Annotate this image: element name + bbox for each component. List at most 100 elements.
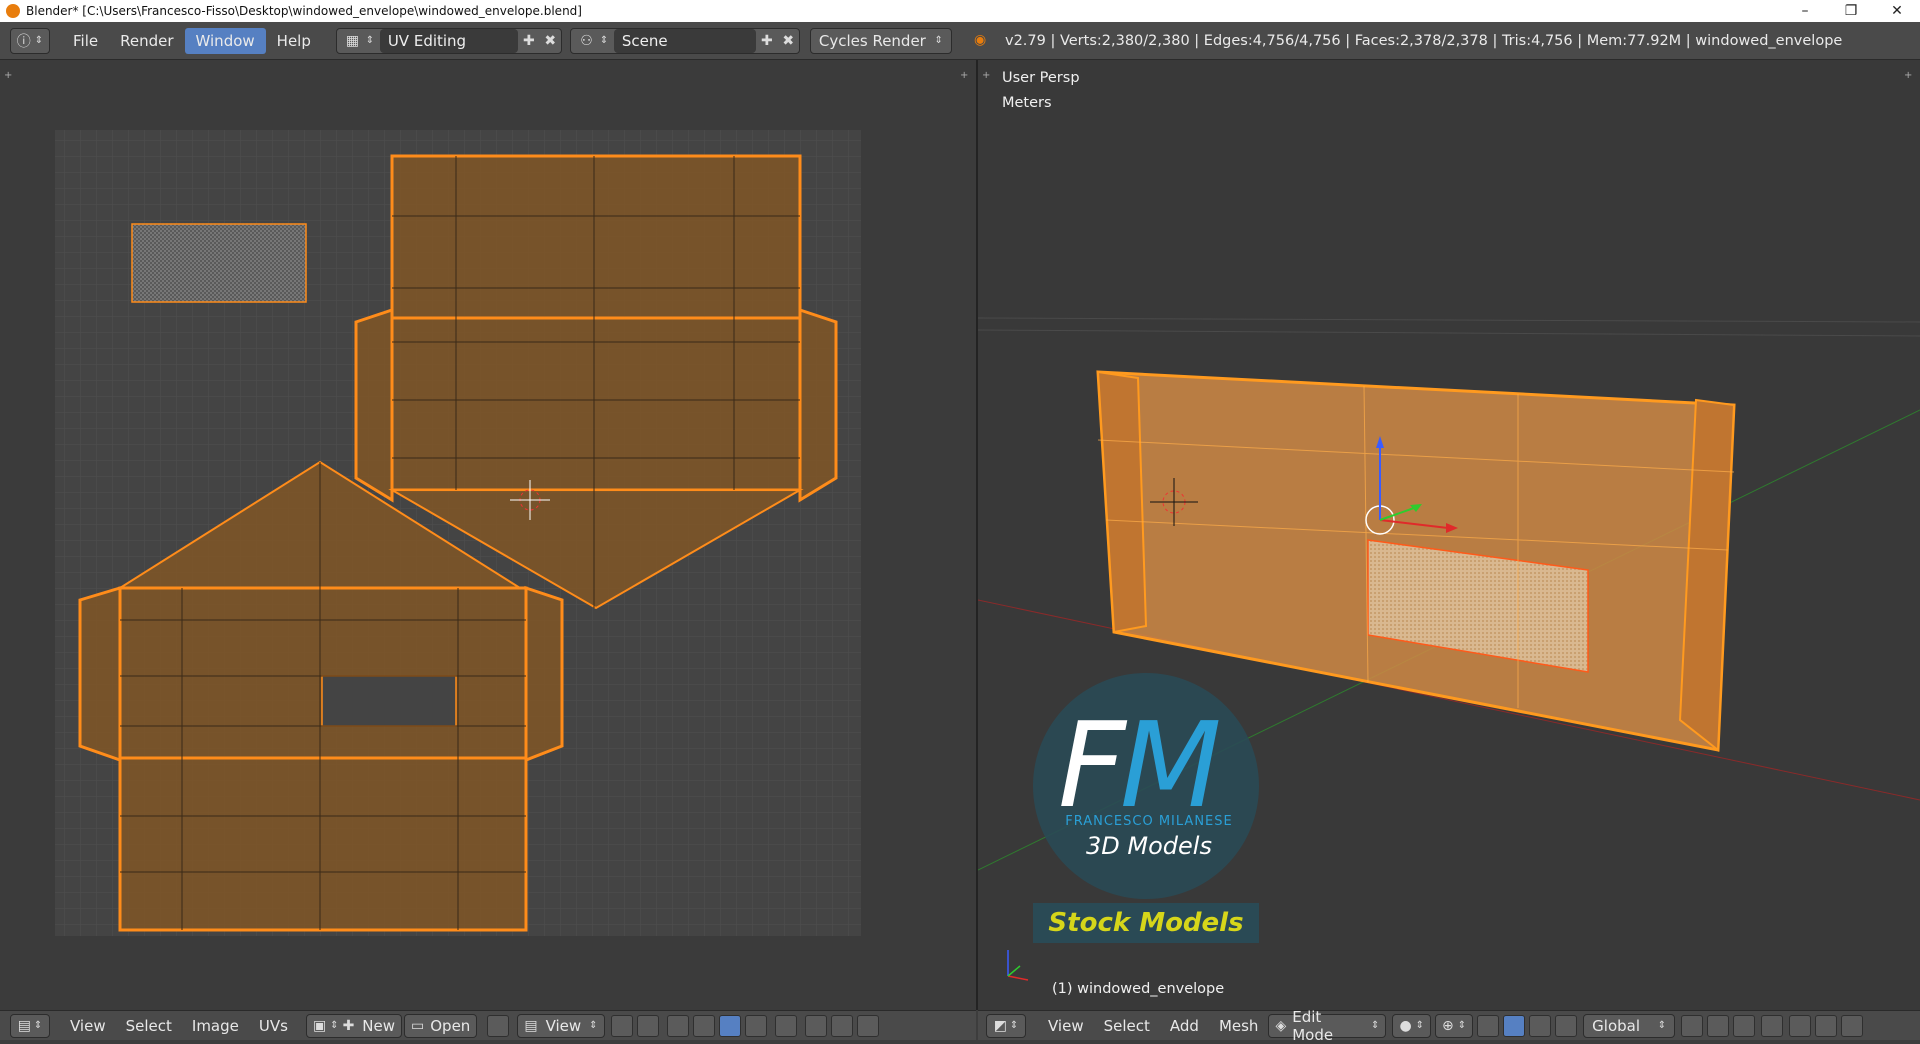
- edge-select-icon[interactable]: [692, 1014, 715, 1037]
- floor-grid: [978, 317, 1920, 337]
- image-view-mode-selector[interactable]: ▤ View ⇕: [517, 1013, 605, 1038]
- screen-layout-name[interactable]: UV Editing: [379, 28, 519, 53]
- add-icon: ✚: [342, 1017, 355, 1034]
- updown-arrows-icon: ⇕: [1009, 1020, 1019, 1031]
- image-view-mode-label: View: [545, 1016, 582, 1035]
- image-browse-button[interactable]: ▣ ⇕ ✚ New: [305, 1013, 403, 1038]
- scene-name[interactable]: Scene: [613, 28, 757, 53]
- editor-type-3d-button[interactable]: ◩ ⇕: [986, 1013, 1026, 1038]
- edge-select-mode-icon[interactable]: [1707, 1014, 1730, 1037]
- active-object-label: (1) windowed_envelope: [1052, 981, 1225, 997]
- vertex-select-mode-icon[interactable]: [1681, 1014, 1704, 1037]
- remove-icon[interactable]: ✖: [778, 33, 799, 49]
- sync-selection-icon[interactable]: [636, 1014, 659, 1037]
- menu-render[interactable]: Render: [109, 28, 184, 54]
- scene-selector[interactable]: ⚇ ⇕ Scene ✚ ✖: [569, 27, 800, 54]
- window-controls: – ❐ ✕: [1782, 0, 1920, 22]
- orientation-label: Global: [1592, 1016, 1641, 1035]
- menu-file[interactable]: File: [62, 28, 109, 54]
- folder-icon: ▭: [411, 1017, 425, 1034]
- pin-icon[interactable]: [487, 1014, 510, 1037]
- updown-arrows-icon: ⇕: [330, 1020, 339, 1031]
- updown-arrows-icon: ⇕: [1457, 1020, 1467, 1031]
- scene-icon: ⚇: [580, 32, 593, 49]
- island-select-icon[interactable]: [744, 1014, 767, 1037]
- image-browse-icon: ▣: [312, 1017, 327, 1034]
- face-select-mode-icon[interactable]: [1733, 1014, 1756, 1037]
- info-header: ⓘ ⇕ File Render Window Help ▦ ⇕ UV Editin…: [0, 22, 1920, 60]
- remove-icon[interactable]: ✖: [540, 33, 561, 49]
- layout-grid-icon: ▦: [345, 32, 360, 49]
- solid-shading-icon: ●: [1399, 1017, 1412, 1034]
- 3d-menu-select[interactable]: Select: [1094, 1011, 1160, 1041]
- add-icon[interactable]: ✚: [518, 33, 539, 49]
- open-image-label: Open: [430, 1016, 471, 1035]
- close-button[interactable]: ✕: [1874, 0, 1920, 22]
- face-select-icon[interactable]: [718, 1014, 741, 1037]
- updown-arrows-icon: ⇕: [589, 1020, 598, 1031]
- updown-arrows-icon: ⇕: [34, 35, 44, 46]
- uv-menu-select[interactable]: Select: [116, 1011, 182, 1041]
- watermark-3d-models: 3D Models: [1086, 832, 1212, 860]
- mode-selector[interactable]: ◈ Edit Mode ⇕: [1268, 1008, 1387, 1044]
- proportional-edit-icon[interactable]: [1789, 1014, 1812, 1037]
- info-icon: ⓘ: [16, 33, 31, 50]
- watermark-fm-letters: FM: [1058, 696, 1222, 834]
- shading-selector[interactable]: ● ⇕: [1392, 1013, 1432, 1038]
- translate-manipulator-icon[interactable]: [1503, 1014, 1526, 1037]
- 3d-view-icon: ◩: [993, 1017, 1007, 1034]
- screen-layout-selector[interactable]: ▦ ⇕ UV Editing ✚ ✖: [335, 27, 562, 54]
- axis-gizmo: [1007, 950, 1029, 981]
- snap-icon[interactable]: [1815, 1014, 1838, 1037]
- open-image-button[interactable]: ▭ Open: [404, 1013, 478, 1038]
- scale-manipulator-icon[interactable]: [1555, 1014, 1578, 1037]
- pivot-icon: ⊕: [1442, 1017, 1454, 1034]
- 3d-view-header: ◩ ⇕ View Select Add Mesh ◈ Edit Mode ⇕ ● ⇕…: [978, 1008, 1920, 1044]
- snap-icon[interactable]: [830, 1014, 853, 1037]
- render-engine-selector[interactable]: Cycles Render ⇕: [809, 27, 952, 54]
- snap-target-icon[interactable]: [856, 1014, 879, 1037]
- blender-logo-icon: ◉: [974, 32, 987, 48]
- watermark-author: FRANCESCO MILANESE: [1065, 814, 1233, 829]
- manipulator-toggle-icon[interactable]: [1477, 1014, 1500, 1037]
- proportional-edit-icon[interactable]: [804, 1014, 827, 1037]
- updown-arrows-icon: ⇕: [1415, 1020, 1425, 1031]
- menu-window[interactable]: Window: [184, 27, 266, 54]
- occlude-geometry-icon[interactable]: [1761, 1014, 1784, 1037]
- editor-type-info-button[interactable]: ⓘ ⇕: [10, 27, 50, 54]
- uv-canvas[interactable]: [0, 60, 976, 1010]
- 3d-menu-view[interactable]: View: [1038, 1011, 1094, 1041]
- maximize-button[interactable]: ❐: [1828, 0, 1874, 22]
- updown-arrows-icon: ⇕: [599, 35, 609, 46]
- render-engine-name: Cycles Render: [818, 31, 926, 50]
- updown-arrows-icon: ⇕: [33, 1020, 43, 1031]
- 3d-menu-mesh[interactable]: Mesh: [1209, 1011, 1269, 1041]
- snap-target-icon[interactable]: [1841, 1014, 1864, 1037]
- new-image-label: New: [362, 1016, 396, 1035]
- 3d-menu-add[interactable]: Add: [1160, 1011, 1209, 1041]
- minimize-button[interactable]: –: [1782, 0, 1828, 22]
- uv-image-editor[interactable]: + +: [0, 60, 976, 1010]
- pivot-icon[interactable]: [610, 1014, 633, 1037]
- vertex-select-icon[interactable]: [666, 1014, 689, 1037]
- pivot-selector[interactable]: ⊕ ⇕: [1435, 1013, 1474, 1038]
- updown-arrows-icon: ⇕: [934, 35, 943, 46]
- add-icon[interactable]: ✚: [756, 33, 777, 49]
- orientation-selector[interactable]: Global ⇕: [1583, 1013, 1676, 1038]
- uv-menu-image[interactable]: Image: [182, 1011, 249, 1041]
- uv-island-window[interactable]: [131, 223, 307, 303]
- window-titlebar: Blender* [C:\Users\Francesco-Fisso\Deskt…: [0, 0, 1920, 22]
- sticky-selection-icon[interactable]: [774, 1014, 797, 1037]
- uv-menu-uvs[interactable]: UVs: [249, 1011, 298, 1041]
- menu-help[interactable]: Help: [266, 28, 322, 54]
- image-editor-icon: ▤: [17, 1017, 31, 1034]
- edit-mode-icon: ◈: [1275, 1017, 1287, 1034]
- updown-arrows-icon: ⇕: [1371, 1020, 1380, 1031]
- editor-type-uv-button[interactable]: ▤ ⇕: [10, 1013, 50, 1038]
- blender-logo-icon: [6, 4, 20, 18]
- image-view-icon: ▤: [524, 1017, 538, 1034]
- updown-arrows-icon: ⇕: [365, 35, 375, 46]
- mode-label: Edit Mode: [1292, 1007, 1334, 1044]
- uv-menu-view[interactable]: View: [60, 1011, 116, 1041]
- rotate-manipulator-icon[interactable]: [1529, 1014, 1552, 1037]
